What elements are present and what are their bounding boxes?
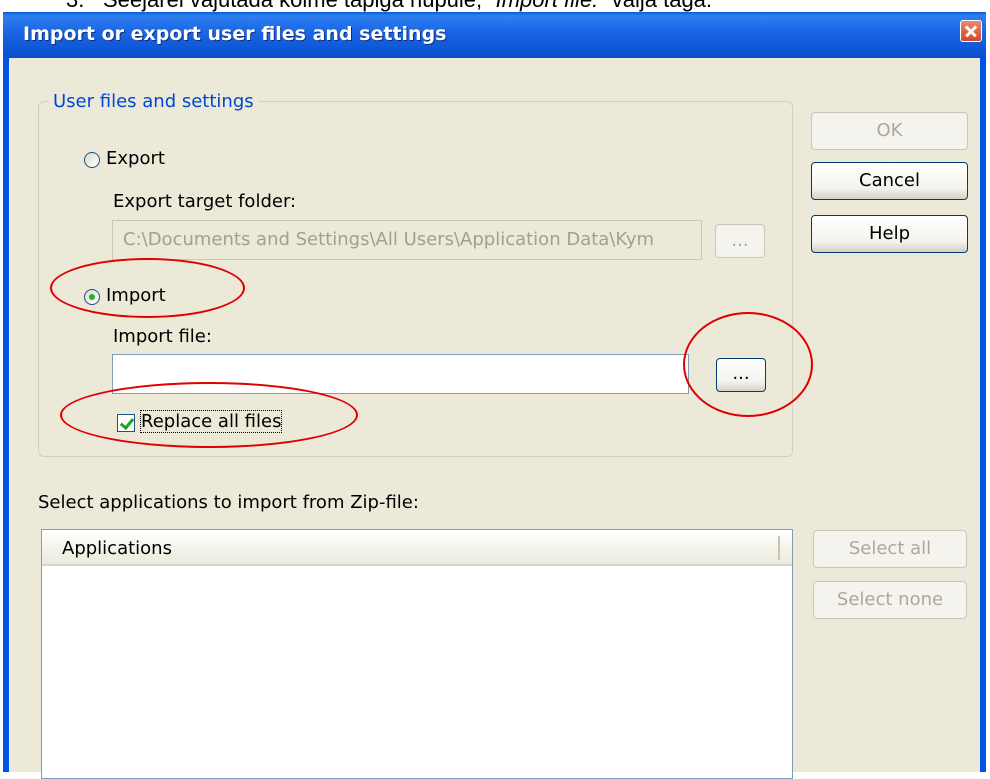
instruction-text-before: Seejärel vajutada kolme täpiga nupule, “ xyxy=(103,0,496,12)
import-radio[interactable] xyxy=(84,289,100,305)
export-browse-button[interactable]: ... xyxy=(715,224,765,258)
import-file-label: Import file: xyxy=(113,326,212,347)
title-bar[interactable]: Import or export user files and settings xyxy=(3,12,986,58)
list-header[interactable]: Applications xyxy=(42,530,792,566)
column-divider[interactable] xyxy=(778,536,780,560)
ok-button[interactable]: OK xyxy=(811,112,968,150)
export-folder-field[interactable]: C:\Documents and Settings\All Users\Appl… xyxy=(112,220,702,260)
select-all-button[interactable]: Select all xyxy=(813,530,967,568)
select-none-button[interactable]: Select none xyxy=(813,581,967,619)
dialog-body: User files and settings Export Export ta… xyxy=(9,58,980,779)
import-browse-button[interactable]: ... xyxy=(716,358,766,392)
close-icon[interactable] xyxy=(960,20,982,42)
select-apps-label: Select applications to import from Zip-f… xyxy=(38,492,419,513)
export-radio[interactable] xyxy=(84,152,100,168)
applications-list[interactable]: Applications xyxy=(41,529,793,779)
import-label[interactable]: Import xyxy=(106,285,166,306)
replace-all-label[interactable]: Replace all files xyxy=(140,410,283,433)
export-label[interactable]: Export xyxy=(106,148,165,169)
window-title: Import or export user files and settings xyxy=(23,23,447,45)
cancel-button[interactable]: Cancel xyxy=(811,162,968,200)
group-legend: User files and settings xyxy=(49,91,258,112)
applications-column-header[interactable]: Applications xyxy=(62,538,172,559)
import-file-field[interactable] xyxy=(112,354,689,394)
help-button[interactable]: Help xyxy=(811,215,968,253)
instruction-text-italic: Import file: xyxy=(496,0,599,12)
export-folder-label: Export target folder: xyxy=(113,191,297,212)
replace-all-checkbox[interactable] xyxy=(117,414,135,432)
instruction-text-after: ” välja taga. xyxy=(598,0,712,12)
dialog-window: Import or export user files and settings… xyxy=(3,12,986,779)
